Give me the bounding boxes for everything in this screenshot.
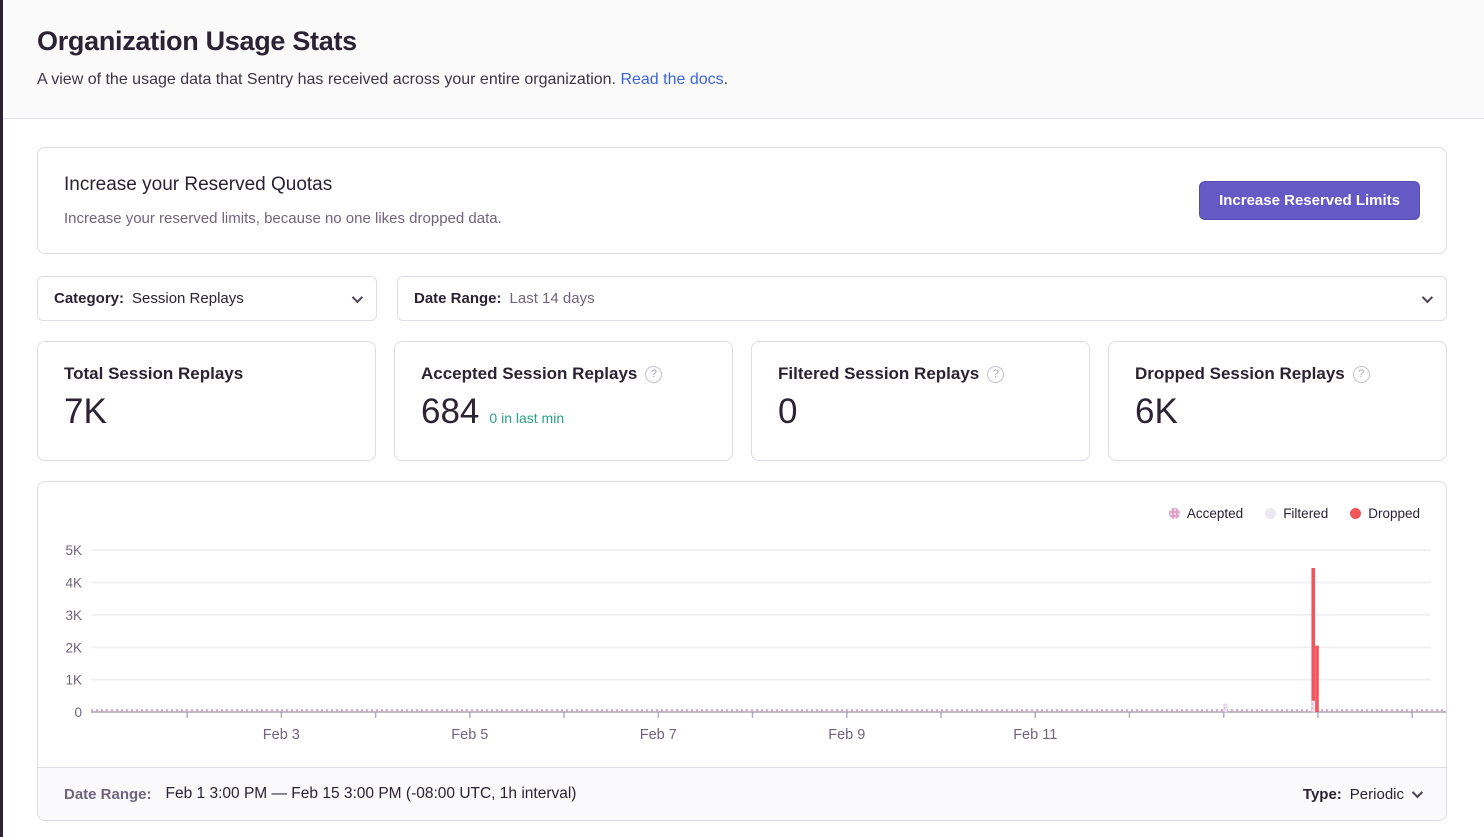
svg-text:3K: 3K	[65, 608, 82, 623]
subtitle-text: A view of the usage data that Sentry has…	[37, 71, 616, 88]
svg-text:4K: 4K	[65, 576, 82, 591]
svg-text:1K: 1K	[65, 673, 82, 688]
chart-legend: Accepted Filtered Dropped	[1169, 506, 1420, 521]
svg-text:Feb 11: Feb 11	[1013, 727, 1057, 743]
type-select-label: Type:	[1303, 786, 1342, 803]
main-content: Increase your Reserved Quotas Increase y…	[0, 119, 1484, 821]
category-select-value: Session Replays	[132, 290, 244, 307]
date-range-select-value: Last 14 days	[510, 290, 595, 307]
help-question-icon[interactable]: ?	[645, 366, 662, 383]
chevron-down-icon	[352, 291, 363, 302]
quota-banner-description: Increase your reserved limits, because n…	[64, 210, 502, 227]
quota-banner-title: Increase your Reserved Quotas	[64, 174, 502, 196]
increase-reserved-limits-button[interactable]: Increase Reserved Limits	[1199, 181, 1420, 220]
stat-card-value: 7K	[64, 392, 107, 432]
category-select-label: Category:	[54, 290, 124, 307]
filtered-series-dot-icon	[1265, 508, 1276, 519]
legend-item-accepted[interactable]: Accepted	[1169, 506, 1243, 521]
category-select[interactable]: Category: Session Replays	[37, 276, 377, 321]
read-the-docs-link[interactable]: Read the docs	[620, 71, 723, 88]
stat-card-value: 6K	[1135, 392, 1178, 432]
svg-text:5K: 5K	[65, 543, 82, 558]
page-header: Organization Usage Stats A view of the u…	[0, 0, 1484, 119]
help-question-icon[interactable]: ?	[1353, 366, 1370, 383]
stat-card-value: 684	[421, 392, 479, 432]
svg-text:0: 0	[74, 705, 82, 720]
stat-cards-row: Total Session Replays 7K Accepted Sessio…	[37, 341, 1447, 461]
subtitle-period: .	[724, 71, 728, 88]
svg-text:Feb 9: Feb 9	[828, 727, 865, 743]
stat-card-dropped: Dropped Session Replays ? 6K	[1108, 341, 1447, 461]
stat-card-total: Total Session Replays 7K	[37, 341, 376, 461]
reserved-quota-banner: Increase your Reserved Quotas Increase y…	[37, 147, 1447, 254]
page-subtitle: A view of the usage data that Sentry has…	[37, 71, 1447, 89]
accepted-series-dot-icon	[1169, 508, 1180, 519]
type-select-value: Periodic	[1350, 786, 1404, 803]
date-range-select-label: Date Range:	[414, 290, 502, 307]
page-title: Organization Usage Stats	[37, 26, 1447, 57]
svg-text:2K: 2K	[65, 640, 82, 655]
app-edge-strip	[0, 0, 3, 837]
svg-text:Feb 7: Feb 7	[640, 727, 677, 743]
stat-card-value: 0	[778, 392, 797, 432]
date-range-select[interactable]: Date Range: Last 14 days	[397, 276, 1447, 321]
legend-item-filtered[interactable]: Filtered	[1265, 506, 1328, 521]
stat-card-title: Filtered Session Replays	[778, 364, 979, 384]
chevron-down-icon	[1412, 787, 1423, 798]
svg-text:Feb 5: Feb 5	[451, 727, 488, 743]
stat-card-title: Accepted Session Replays	[421, 364, 637, 384]
stat-card-filtered: Filtered Session Replays ? 0	[751, 341, 1090, 461]
usage-chart-card: Accepted Filtered Dropped	[37, 481, 1447, 821]
stat-card-title: Dropped Session Replays	[1135, 364, 1345, 384]
legend-item-dropped[interactable]: Dropped	[1350, 506, 1420, 521]
footer-date-range-label: Date Range:	[64, 786, 152, 803]
dropped-series-dot-icon	[1350, 508, 1361, 519]
chart-plot-svg: 0 1K 2K 3K 4K 5K Feb 3 Feb 5 Feb 7 Feb 9 Feb 11	[38, 482, 1446, 767]
stat-card-rate-text: 0 in last min	[489, 410, 564, 426]
stat-card-accepted: Accepted Session Replays ? 684 0 in last…	[394, 341, 733, 461]
chart-footer-bar: Date Range: Feb 1 3:00 PM — Feb 15 3:00 …	[38, 767, 1446, 820]
help-question-icon[interactable]: ?	[987, 366, 1004, 383]
stat-card-title: Total Session Replays	[64, 364, 243, 384]
chevron-down-icon	[1422, 291, 1433, 302]
svg-text:Feb 3: Feb 3	[263, 727, 300, 743]
usage-chart: Accepted Filtered Dropped	[38, 482, 1446, 767]
filter-row: Category: Session Replays Date Range: Las…	[37, 276, 1447, 321]
type-select[interactable]: Type: Periodic	[1303, 786, 1420, 803]
footer-date-range-value: Feb 1 3:00 PM — Feb 15 3:00 PM (-08:00 U…	[166, 785, 577, 803]
